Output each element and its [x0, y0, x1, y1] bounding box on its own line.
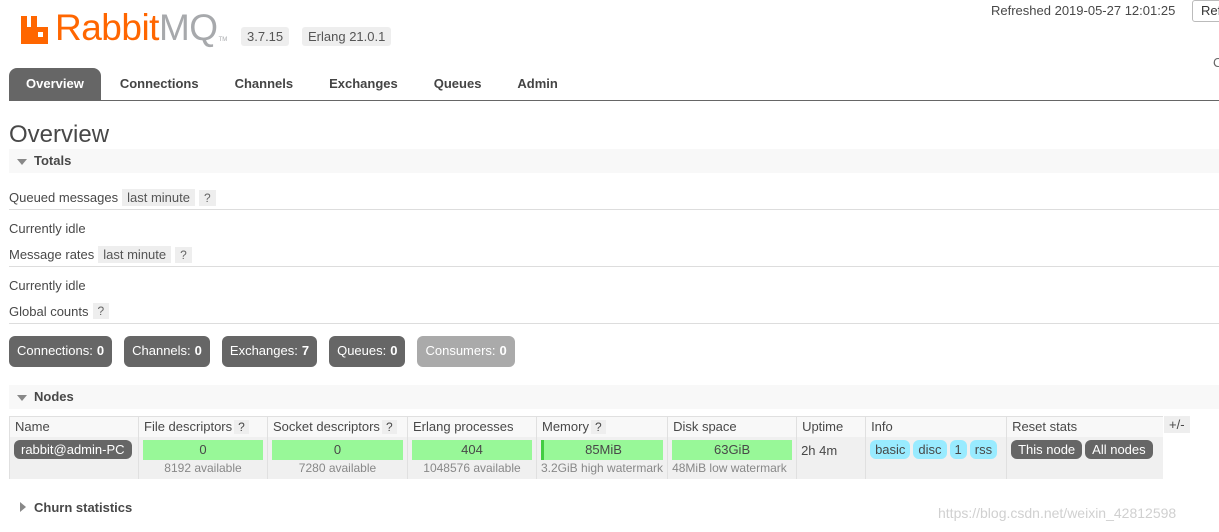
- tab-exchanges[interactable]: Exchanges: [312, 68, 415, 100]
- collapsed-triangle-icon: [20, 502, 26, 512]
- tab-connections[interactable]: Connections: [103, 68, 216, 100]
- global-help-button[interactable]: ?: [92, 303, 110, 319]
- tab-admin[interactable]: Admin: [500, 68, 574, 100]
- ep-bar: 404: [412, 439, 532, 460]
- col-info: Info: [865, 416, 1007, 437]
- queued-messages-label: Queued messages: [9, 190, 119, 205]
- version-badge: 3.7.15: [241, 27, 290, 46]
- sd-cell: 0 7280 available: [267, 436, 408, 479]
- nodes-section-toggle[interactable]: Nodes: [9, 385, 1219, 409]
- col-file-descriptors: File descriptors?: [138, 416, 268, 437]
- reset-all-nodes-button[interactable]: All nodes: [1085, 439, 1153, 459]
- main-tabs: Overview Connections Channels Exchanges …: [9, 68, 1219, 101]
- divider: [9, 209, 1219, 210]
- rabbitmq-logo: RabbitMQ TM: [20, 8, 227, 46]
- queued-status: Currently idle: [9, 221, 86, 236]
- info-tag-rss: rss: [969, 439, 998, 459]
- queues-count-button[interactable]: Queues: 0: [329, 336, 406, 367]
- ep-cell: 404 1048576 available: [407, 436, 537, 479]
- memory-cell: 85MiB 3.2GiB high watermark: [535, 436, 668, 479]
- channels-count-button[interactable]: Channels: 0: [124, 336, 210, 367]
- info-tag-disc: disc: [913, 439, 947, 459]
- col-disk-space: Disk space: [667, 416, 797, 437]
- erlang-version-badge: Erlang 21.0.1: [302, 27, 392, 46]
- memory-watermark: 3.2GiB high watermark: [541, 460, 664, 475]
- col-name: Name: [9, 416, 139, 437]
- global-counts-row: Global counts ?: [9, 303, 110, 319]
- info-tag-basic: basic: [870, 439, 911, 459]
- nodes-header-row: Name File descriptors? Socket descriptor…: [9, 416, 1163, 437]
- col-erlang-processes: Erlang processes: [407, 416, 537, 437]
- col-memory: Memory?: [535, 416, 668, 437]
- col-reset-stats: Reset stats: [1006, 416, 1163, 437]
- sd-help-button[interactable]: ?: [381, 420, 397, 435]
- memory-help-button[interactable]: ?: [590, 420, 606, 435]
- queued-help-button[interactable]: ?: [199, 189, 216, 206]
- churn-heading: Churn statistics: [34, 500, 133, 515]
- queued-range-selector[interactable]: last minute: [122, 189, 195, 206]
- rabbitmq-logo-icon: [20, 14, 52, 46]
- uptime-value: 2h 4m: [801, 442, 838, 458]
- expanded-triangle-icon: [17, 395, 27, 401]
- watermark-text: https://blog.csdn.net/weixin_42812598: [938, 505, 1177, 521]
- rates-range-selector[interactable]: last minute: [98, 246, 172, 263]
- disk-watermark: 48MiB low watermark: [672, 460, 787, 475]
- info-cell: basic disc 1 rss: [865, 436, 1007, 479]
- reset-cell: This node All nodes: [1006, 436, 1163, 479]
- logo-text-mq: MQ: [158, 7, 218, 48]
- refreshed-timestamp: Refreshed 2019-05-27 12:01:25: [991, 3, 1176, 18]
- info-tag-count: 1: [949, 439, 967, 459]
- refresh-button[interactable]: Ref: [1192, 0, 1219, 22]
- fd-bar: 0: [143, 439, 263, 460]
- fd-available: 8192 available: [164, 460, 242, 475]
- divider: [9, 266, 1219, 267]
- totals-section-toggle[interactable]: Totals: [9, 149, 1219, 173]
- table-row: rabbit@admin-PC 0 8192 available 0 7280 …: [9, 436, 1163, 479]
- nodes-table: Name File descriptors? Socket descriptor…: [9, 416, 1163, 479]
- totals-heading: Totals: [34, 153, 72, 168]
- node-name-cell: rabbit@admin-PC: [9, 436, 139, 479]
- global-counts-label: Global counts: [9, 303, 89, 319]
- exchanges-count-button[interactable]: Exchanges: 7: [221, 336, 318, 367]
- reset-this-node-button[interactable]: This node: [1011, 439, 1083, 459]
- divider: [9, 323, 1219, 324]
- disk-bar: 63GiB: [672, 439, 793, 460]
- rates-help-button[interactable]: ?: [175, 246, 192, 263]
- memory-bar: 85MiB: [541, 439, 664, 460]
- global-counts: Connections: 0 Channels: 0 Exchanges: 7 Que…: [9, 336, 527, 367]
- column-toggle-button[interactable]: +/-: [1164, 416, 1190, 433]
- rates-status: Currently idle: [9, 278, 86, 293]
- tab-queues[interactable]: Queues: [417, 68, 499, 100]
- queued-messages-row: Queued messages last minute ?: [9, 189, 216, 206]
- logo-trademark: TM: [218, 37, 228, 43]
- connections-count-button[interactable]: Connections: 0: [9, 336, 113, 367]
- sd-available: 7280 available: [298, 460, 377, 475]
- nodes-heading: Nodes: [34, 389, 74, 404]
- expanded-triangle-icon: [17, 159, 27, 165]
- message-rates-label: Message rates: [9, 247, 95, 262]
- col-uptime: Uptime: [796, 416, 866, 437]
- page-title: Overview: [9, 121, 110, 148]
- logo-text-rabbit: Rabbit: [55, 7, 159, 48]
- col-socket-descriptors: Socket descriptors?: [267, 416, 408, 437]
- uptime-cell: 2h 4m: [796, 436, 866, 479]
- fd-cell: 0 8192 available: [138, 436, 268, 479]
- message-rates-row: Message rates last minute ?: [9, 246, 192, 263]
- node-name-link[interactable]: rabbit@admin-PC: [14, 439, 132, 459]
- sd-bar: 0: [272, 439, 403, 460]
- fd-help-button[interactable]: ?: [234, 420, 249, 435]
- ep-available: 1048576 available: [423, 460, 521, 475]
- consumers-count-badge: Consumers: 0: [417, 336, 515, 367]
- disk-cell: 63GiB 48MiB low watermark: [667, 436, 797, 479]
- tab-channels[interactable]: Channels: [218, 68, 311, 100]
- tab-overview[interactable]: Overview: [9, 68, 101, 101]
